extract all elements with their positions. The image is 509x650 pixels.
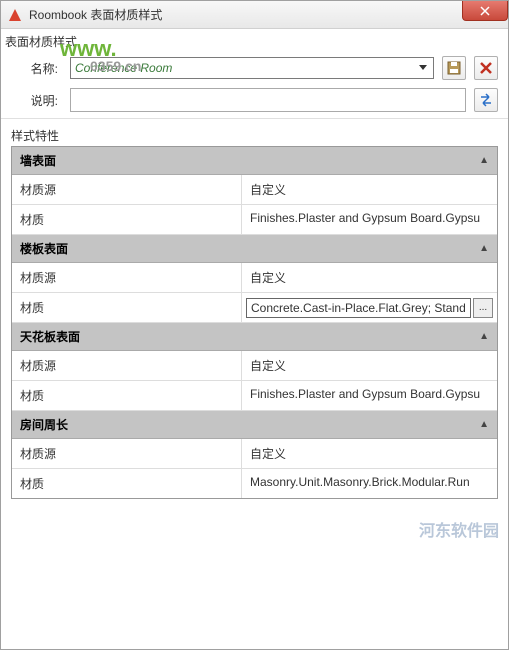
close-button[interactable] bbox=[462, 1, 508, 21]
property-row: 材质Masonry.Unit.Masonry.Brick.Modular.Run bbox=[12, 469, 497, 498]
property-key: 材质源 bbox=[12, 439, 242, 468]
toolbar-header: 表面材质样式 bbox=[5, 31, 504, 52]
dialog-window: Roombook 表面材质样式 表面材质样式 名称: Conference Ro… bbox=[0, 0, 509, 650]
group-header[interactable]: 天花板表面 ▲ bbox=[12, 323, 497, 351]
transfer-button[interactable] bbox=[474, 88, 498, 112]
save-icon bbox=[447, 61, 461, 75]
titlebar: Roombook 表面材质样式 bbox=[1, 1, 508, 29]
property-value[interactable]: 自定义 bbox=[242, 175, 497, 204]
app-icon bbox=[7, 7, 23, 23]
group-title: 房间周长 bbox=[20, 416, 68, 433]
property-value[interactable]: Finishes.Plaster and Gypsum Board.Gypsu bbox=[242, 205, 497, 234]
group-header[interactable]: 墙表面 ▲ bbox=[12, 147, 497, 175]
collapse-icon: ▲ bbox=[479, 331, 489, 342]
name-row: 名称: Conference Room bbox=[5, 52, 504, 84]
property-value[interactable]: Concrete.Cast-in-Place.Flat.Grey; Stand.… bbox=[242, 293, 497, 322]
property-row: 材质源自定义 bbox=[12, 439, 497, 469]
save-button[interactable] bbox=[442, 56, 466, 80]
group-title: 天花板表面 bbox=[20, 328, 80, 345]
property-row: 材质Concrete.Cast-in-Place.Flat.Grey; Stan… bbox=[12, 293, 497, 323]
property-key: 材质源 bbox=[12, 175, 242, 204]
property-row: 材质Finishes.Plaster and Gypsum Board.Gyps… bbox=[12, 381, 497, 411]
property-key: 材质 bbox=[12, 293, 242, 322]
section-title: 样式特性 bbox=[1, 119, 508, 146]
blank-area bbox=[1, 499, 508, 649]
property-key: 材质源 bbox=[12, 263, 242, 292]
delete-icon bbox=[479, 61, 493, 75]
property-row: 材质Finishes.Plaster and Gypsum Board.Gyps… bbox=[12, 205, 497, 235]
property-row: 材质源自定义 bbox=[12, 175, 497, 205]
property-row: 材质源自定义 bbox=[12, 351, 497, 381]
desc-label: 说明: bbox=[11, 92, 66, 109]
property-key: 材质 bbox=[12, 381, 242, 410]
group-header[interactable]: 房间周长 ▲ bbox=[12, 411, 497, 439]
collapse-icon: ▲ bbox=[479, 155, 489, 166]
group-title: 楼板表面 bbox=[20, 240, 68, 257]
property-value[interactable]: 自定义 bbox=[242, 263, 497, 292]
collapse-icon: ▲ bbox=[479, 243, 489, 254]
style-name-value: Conference Room bbox=[75, 61, 172, 75]
group-title: 墙表面 bbox=[20, 152, 56, 169]
property-key: 材质 bbox=[12, 205, 242, 234]
property-key: 材质源 bbox=[12, 351, 242, 380]
close-icon bbox=[480, 6, 490, 16]
group-header[interactable]: 楼板表面 ▲ bbox=[12, 235, 497, 263]
property-grid: 墙表面▲材质源自定义材质Finishes.Plaster and Gypsum … bbox=[11, 146, 498, 499]
property-row: 材质源自定义 bbox=[12, 263, 497, 293]
property-key: 材质 bbox=[12, 469, 242, 498]
window-title: Roombook 表面材质样式 bbox=[29, 6, 162, 23]
property-value[interactable]: Finishes.Plaster and Gypsum Board.Gypsu bbox=[242, 381, 497, 410]
browse-button[interactable]: ... bbox=[473, 298, 493, 318]
delete-button[interactable] bbox=[474, 56, 498, 80]
property-value[interactable]: 自定义 bbox=[242, 351, 497, 380]
desc-row: 说明: bbox=[5, 84, 504, 116]
chevron-down-icon bbox=[415, 59, 431, 77]
property-value[interactable]: Masonry.Unit.Masonry.Brick.Modular.Run bbox=[242, 469, 497, 498]
toolbar-area: 表面材质样式 名称: Conference Room 说明: bbox=[1, 29, 508, 119]
property-value[interactable]: 自定义 bbox=[242, 439, 497, 468]
style-name-dropdown[interactable]: Conference Room bbox=[70, 57, 434, 79]
name-label: 名称: bbox=[11, 60, 66, 77]
desc-input[interactable] bbox=[70, 88, 466, 112]
value-edit-field[interactable]: Concrete.Cast-in-Place.Flat.Grey; Stand bbox=[246, 298, 471, 318]
collapse-icon: ▲ bbox=[479, 419, 489, 430]
transfer-icon bbox=[479, 93, 493, 107]
